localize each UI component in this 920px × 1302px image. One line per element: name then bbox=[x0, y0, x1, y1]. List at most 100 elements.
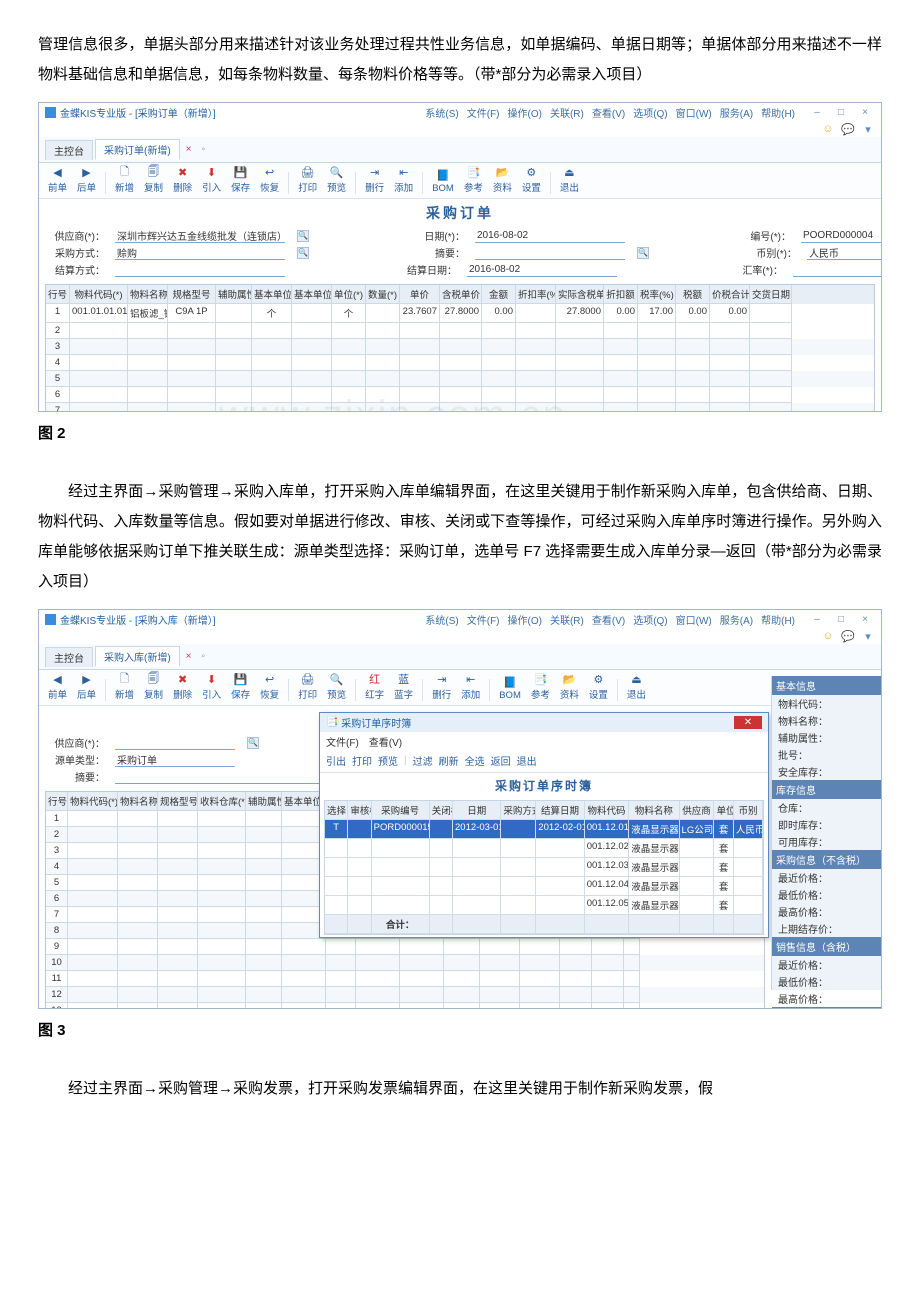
popup-tb-item[interactable]: 过滤 bbox=[413, 753, 433, 768]
cell[interactable] bbox=[68, 875, 118, 891]
cell[interactable] bbox=[680, 896, 715, 915]
cell[interactable] bbox=[520, 955, 560, 971]
cell[interactable] bbox=[118, 1003, 158, 1009]
cell[interactable] bbox=[158, 987, 198, 1003]
cell[interactable] bbox=[292, 371, 332, 387]
cell[interactable] bbox=[216, 387, 252, 403]
tb-delete[interactable]: ✖删除 bbox=[170, 672, 195, 701]
table-row[interactable]: 4 bbox=[46, 355, 874, 371]
cell[interactable] bbox=[440, 355, 482, 371]
cell[interactable]: T bbox=[325, 820, 348, 839]
tab-close-icon[interactable]: × bbox=[182, 651, 196, 662]
cell[interactable] bbox=[516, 304, 556, 323]
cell[interactable] bbox=[592, 939, 624, 955]
cell[interactable] bbox=[480, 955, 520, 971]
cell[interactable] bbox=[198, 955, 246, 971]
cell[interactable] bbox=[246, 827, 282, 843]
cell[interactable] bbox=[158, 843, 198, 859]
cell[interactable] bbox=[440, 403, 482, 412]
dropdown-icon[interactable]: ▾ bbox=[861, 122, 875, 136]
popup-grid[interactable]: 选择审核标志采购编号关闭标志日期采购方式结算日期物料代码物料名称供应商单位币别 … bbox=[324, 800, 764, 935]
cell[interactable]: 12 bbox=[46, 987, 68, 1003]
cell[interactable] bbox=[366, 355, 400, 371]
cell[interactable] bbox=[158, 971, 198, 987]
cell[interactable] bbox=[128, 323, 168, 339]
cell[interactable] bbox=[480, 1003, 520, 1009]
cell[interactable]: 6 bbox=[46, 891, 68, 907]
cell[interactable]: 铝板滤_铝型 bbox=[128, 304, 168, 323]
cell[interactable] bbox=[68, 987, 118, 1003]
popup-tb-item[interactable]: 预览 bbox=[378, 753, 398, 768]
cell[interactable] bbox=[516, 387, 556, 403]
cell[interactable] bbox=[68, 811, 118, 827]
cell[interactable] bbox=[332, 403, 366, 412]
cell[interactable] bbox=[430, 858, 453, 877]
table-row[interactable]: 11 bbox=[46, 971, 764, 987]
cell[interactable] bbox=[440, 387, 482, 403]
cell[interactable] bbox=[68, 971, 118, 987]
cell[interactable] bbox=[326, 1003, 356, 1009]
cell[interactable] bbox=[710, 387, 750, 403]
cell[interactable] bbox=[638, 339, 676, 355]
cell[interactable]: 个 bbox=[332, 304, 366, 323]
cell[interactable] bbox=[453, 839, 501, 858]
cell[interactable] bbox=[400, 939, 444, 955]
cell[interactable] bbox=[158, 907, 198, 923]
menu-view[interactable]: 查看(V) bbox=[592, 105, 625, 120]
cell[interactable] bbox=[282, 939, 326, 955]
supplier-field[interactable]: 深圳市辉兴达五金线缆批发（连锁店） bbox=[115, 229, 285, 243]
cell[interactable] bbox=[556, 323, 604, 339]
table-row[interactable]: 9 bbox=[46, 939, 764, 955]
cell[interactable] bbox=[282, 987, 326, 1003]
window-controls[interactable]: – □ × bbox=[807, 107, 875, 118]
tb-delete[interactable]: ✖删除 bbox=[170, 165, 195, 194]
cell[interactable] bbox=[604, 323, 638, 339]
cell[interactable] bbox=[118, 923, 158, 939]
menu-window[interactable]: 窗口(W) bbox=[676, 612, 712, 627]
cell[interactable] bbox=[366, 387, 400, 403]
cell[interactable] bbox=[216, 371, 252, 387]
table-row[interactable]: 001.12.03液晶显示器套 bbox=[325, 858, 763, 877]
cell[interactable] bbox=[198, 827, 246, 843]
cell[interactable] bbox=[252, 339, 292, 355]
cell[interactable] bbox=[480, 971, 520, 987]
cell[interactable] bbox=[70, 339, 128, 355]
cell[interactable] bbox=[198, 843, 246, 859]
tb-preview[interactable]: 🔍预览 bbox=[324, 672, 349, 701]
cell[interactable] bbox=[332, 355, 366, 371]
popup-tb-item[interactable]: 引出 bbox=[326, 753, 346, 768]
menu-system[interactable]: 系统(S) bbox=[425, 612, 458, 627]
cell[interactable] bbox=[252, 403, 292, 412]
cell[interactable] bbox=[676, 371, 710, 387]
cell[interactable]: 2012-02-01 bbox=[536, 820, 584, 839]
minimize-icon[interactable]: – bbox=[807, 614, 827, 625]
cell[interactable] bbox=[536, 858, 584, 877]
cell[interactable] bbox=[326, 987, 356, 1003]
cell[interactable] bbox=[536, 915, 584, 934]
cell[interactable] bbox=[750, 371, 792, 387]
cell[interactable] bbox=[372, 858, 430, 877]
cell[interactable] bbox=[356, 955, 400, 971]
cell[interactable] bbox=[70, 371, 128, 387]
cell[interactable] bbox=[501, 820, 536, 839]
cell[interactable]: 0.00 bbox=[482, 304, 516, 323]
cell[interactable] bbox=[70, 387, 128, 403]
tb-print[interactable]: 🖨打印 bbox=[295, 672, 320, 701]
cell[interactable] bbox=[118, 891, 158, 907]
cell[interactable]: 套 bbox=[714, 820, 733, 839]
cell[interactable] bbox=[282, 971, 326, 987]
tb-preview[interactable]: 🔍预览 bbox=[324, 165, 349, 194]
cell[interactable]: 001.12.04 bbox=[585, 877, 630, 896]
cell[interactable]: 001.12.02 bbox=[585, 839, 630, 858]
cell[interactable] bbox=[325, 877, 348, 896]
lookup-icon[interactable]: 🔍 bbox=[247, 737, 259, 749]
cell[interactable]: 3 bbox=[46, 339, 70, 355]
cell[interactable] bbox=[676, 323, 710, 339]
cell[interactable] bbox=[734, 839, 763, 858]
cell[interactable] bbox=[560, 987, 592, 1003]
table-row[interactable]: 6 bbox=[46, 387, 874, 403]
tb-print[interactable]: 🖨打印 bbox=[295, 165, 320, 194]
cell[interactable] bbox=[480, 987, 520, 1003]
cell[interactable] bbox=[734, 896, 763, 915]
cell[interactable] bbox=[516, 403, 556, 412]
